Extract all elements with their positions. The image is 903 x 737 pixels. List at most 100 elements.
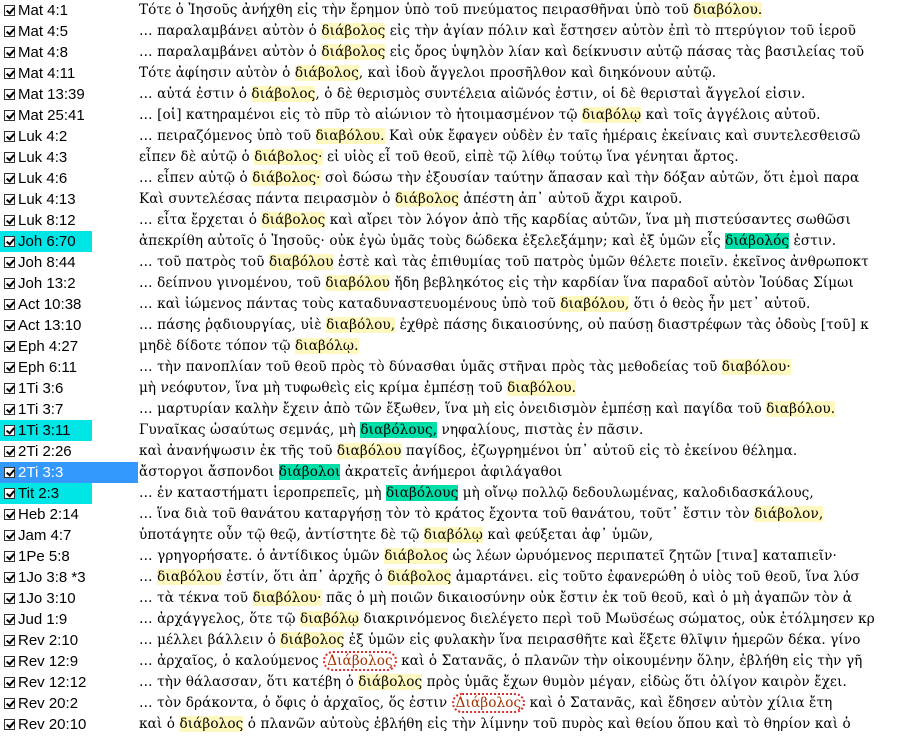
row-checkbox[interactable] [4, 614, 15, 625]
row-checkbox[interactable] [4, 404, 15, 415]
row-checkbox[interactable] [4, 593, 15, 604]
verse-row[interactable]: Act 13:10 … πάσης ῥᾳδιουργίας, υἱὲ διαβόλ… [0, 315, 903, 336]
verse-row[interactable]: Joh 6:70 ἀπεκρίθη αὐτοῖς ὁ Ἰησοῦς· οὐκ ἐγ… [0, 231, 903, 252]
verse-row[interactable]: Eph 6:11 … τὴν πανοπλίαν τοῦ θεοῦ πρὸς τὸ… [0, 357, 903, 378]
verse-row[interactable]: 2Ti 2:26 καὶ ἀνανήψωσιν ἐκ τῆς τοῦ διαβόλ… [0, 441, 903, 462]
verse-row[interactable]: 1Ti 3:7 … μαρτυρίαν καλὴν ἔχειν ἀπὸ τῶν ἔ… [0, 399, 903, 420]
reference-cell[interactable]: Rev 12:12 [0, 672, 138, 693]
reference-cell[interactable]: Mat 4:5 [0, 21, 138, 42]
reference-cell[interactable]: 1Ti 3:7 [0, 399, 138, 420]
row-checkbox[interactable] [4, 89, 15, 100]
reference-cell[interactable]: Jam 4:7 [0, 525, 138, 546]
reference-cell[interactable]: Rev 12:9 [0, 651, 138, 672]
row-checkbox[interactable] [4, 152, 15, 163]
row-checkbox[interactable] [4, 68, 15, 79]
reference-cell[interactable]: Luk 4:2 [0, 126, 138, 147]
row-checkbox[interactable] [4, 698, 15, 709]
reference-cell[interactable]: 1Jo 3:8 *3 [0, 567, 138, 588]
verse-row[interactable]: 1Ti 3:11 Γυναῖκας ὡσαύτως σεμνάς, μὴ διαβ… [0, 420, 903, 441]
verse-row[interactable]: Luk 4:13 Καὶ συντελέσας πάντα πειρασμὸν ὁ… [0, 189, 903, 210]
verse-row[interactable]: Luk 8:12 … εἶτα ἔρχεται ὁ διάβολος καὶ αἴ… [0, 210, 903, 231]
verse-row[interactable]: Jam 4:7 ὑποτάγητε οὖν τῷ θεῷ, ἀντίστητε δ… [0, 525, 903, 546]
row-checkbox[interactable] [4, 194, 15, 205]
row-checkbox[interactable] [4, 236, 15, 247]
reference-cell[interactable]: Jud 1:9 [0, 609, 138, 630]
verse-row[interactable]: Mat 4:1 Τότε ὁ Ἰησοῦς ἀνήχθη εἰς τὴν ἔρημ… [0, 0, 903, 21]
verse-row[interactable]: Joh 8:44 … τοῦ πατρὸς τοῦ διαβόλου ἐστὲ κ… [0, 252, 903, 273]
reference-cell[interactable]: 1Ti 3:11 [0, 420, 92, 441]
row-checkbox[interactable] [4, 530, 15, 541]
row-checkbox[interactable] [4, 299, 15, 310]
row-checkbox[interactable] [4, 383, 15, 394]
reference-cell[interactable]: 2Ti 3:3 [0, 462, 138, 483]
row-checkbox[interactable] [4, 26, 15, 37]
row-checkbox[interactable] [4, 677, 15, 688]
reference-cell[interactable]: Act 10:38 [0, 294, 138, 315]
reference-cell[interactable]: Joh 8:44 [0, 252, 138, 273]
row-checkbox[interactable] [4, 278, 15, 289]
reference-cell[interactable]: Luk 4:13 [0, 189, 138, 210]
row-checkbox[interactable] [4, 5, 15, 16]
reference-cell[interactable]: Eph 4:27 [0, 336, 138, 357]
reference-cell[interactable]: Luk 4:6 [0, 168, 138, 189]
verse-row[interactable]: 1Pe 5:8 … γρηγορήσατε. ὁ ἀντίδικος ὑμῶν δ… [0, 546, 903, 567]
reference-cell[interactable]: 1Ti 3:6 [0, 378, 138, 399]
reference-cell[interactable]: Rev 20:10 [0, 714, 138, 735]
verse-row[interactable]: 1Jo 3:10 … τὰ τέκνα τοῦ διαβόλου· πᾶς ὁ μ… [0, 588, 903, 609]
reference-cell[interactable]: Mat 13:39 [0, 84, 138, 105]
reference-cell[interactable]: 1Pe 5:8 [0, 546, 138, 567]
verse-row[interactable]: Mat 4:11 Τότε ἀφίησιν αὐτὸν ὁ διάβολος, κ… [0, 63, 903, 84]
row-checkbox[interactable] [4, 341, 15, 352]
verse-row[interactable]: Mat 4:8 … παραλαμβάνει αὐτὸν ὁ διάβολος ε… [0, 42, 903, 63]
reference-cell[interactable]: Rev 2:10 [0, 630, 138, 651]
row-checkbox[interactable] [4, 215, 15, 226]
row-checkbox[interactable] [4, 467, 15, 478]
verse-row[interactable]: 1Ti 3:6 μὴ νεόφυτον, ἵνα μὴ τυφωθεὶς εἰς … [0, 378, 903, 399]
row-checkbox[interactable] [4, 320, 15, 331]
verse-row[interactable]: Act 10:38 … καὶ ἰώμενος πάντας τοὺς καταδ… [0, 294, 903, 315]
verse-row[interactable]: Tit 2:3 … ἐν καταστήματι ἱεροπρεπεῖς, μὴ … [0, 483, 903, 504]
verse-row[interactable]: Luk 4:6 … εἶπεν αὐτῷ ὁ διάβολος· σοὶ δώσω… [0, 168, 903, 189]
reference-cell[interactable]: Rev 20:2 [0, 693, 138, 714]
verse-row[interactable]: 2Ti 3:3 ἄστοργοι ἄσπονδοι διάβολοι ἀκρατε… [0, 462, 903, 483]
verse-row[interactable]: Luk 4:2 … πειραζόμενος ὑπὸ τοῦ διαβόλου. … [0, 126, 903, 147]
reference-cell[interactable]: Heb 2:14 [0, 504, 138, 525]
row-checkbox[interactable] [4, 257, 15, 268]
verse-row[interactable]: Mat 13:39 … αὐτά ἐστιν ὁ διάβολος, ὁ δὲ θ… [0, 84, 903, 105]
reference-cell[interactable]: Act 13:10 [0, 315, 138, 336]
reference-cell[interactable]: Mat 25:41 [0, 105, 138, 126]
verse-row[interactable]: Jud 1:9 … ἀρχάγγελος, ὅτε τῷ διαβόλῳ διακ… [0, 609, 903, 630]
verse-row[interactable]: Joh 13:2 … δείπνου γινομένου, τοῦ διαβόλο… [0, 273, 903, 294]
row-checkbox[interactable] [4, 656, 15, 667]
verse-row[interactable]: Rev 20:10 καὶ ὁ διάβολος ὁ πλανῶν αὐτοὺς … [0, 714, 903, 735]
verse-row[interactable]: Mat 25:41 … [οἱ] κατηραμένοι εἰς τὸ πῦρ τ… [0, 105, 903, 126]
row-checkbox[interactable] [4, 47, 15, 58]
row-checkbox[interactable] [4, 425, 15, 436]
verse-row[interactable]: Heb 2:14 … ἵνα διὰ τοῦ θανάτου καταργήσῃ … [0, 504, 903, 525]
reference-cell[interactable]: Tit 2:3 [0, 483, 92, 504]
reference-cell[interactable]: Luk 8:12 [0, 210, 138, 231]
reference-cell[interactable]: Mat 4:11 [0, 63, 138, 84]
row-checkbox[interactable] [4, 131, 15, 142]
verse-row[interactable]: Rev 20:2 … τὸν δράκοντα, ὁ ὄφις ὁ ἀρχαῖος… [0, 693, 903, 714]
verse-row[interactable]: Mat 4:5 … παραλαμβάνει αὐτὸν ὁ διάβολος ε… [0, 21, 903, 42]
verse-row[interactable]: Rev 12:9 … ἀρχαῖος, ὁ καλούμενος Διάβολος… [0, 651, 903, 672]
row-checkbox[interactable] [4, 110, 15, 121]
reference-cell[interactable]: Luk 4:3 [0, 147, 138, 168]
verse-row[interactable]: 1Jo 3:8 *3 … διαβόλου ἐστίν, ὅτι ἀπ᾽ ἀρχῆ… [0, 567, 903, 588]
row-checkbox[interactable] [4, 446, 15, 457]
verse-row[interactable]: Rev 2:10 … μέλλει βάλλειν ὁ διάβολος ἐξ ὑ… [0, 630, 903, 651]
row-checkbox[interactable] [4, 551, 15, 562]
row-checkbox[interactable] [4, 635, 15, 646]
row-checkbox[interactable] [4, 173, 15, 184]
reference-cell[interactable]: Eph 6:11 [0, 357, 138, 378]
row-checkbox[interactable] [4, 509, 15, 520]
reference-cell[interactable]: Mat 4:8 [0, 42, 138, 63]
row-checkbox[interactable] [4, 362, 15, 373]
reference-cell[interactable]: Mat 4:1 [0, 0, 138, 21]
reference-cell[interactable]: 2Ti 2:26 [0, 441, 138, 462]
verse-row[interactable]: Luk 4:3 εἶπεν δὲ αὐτῷ ὁ διάβολος· εἰ υἱὸς… [0, 147, 903, 168]
row-checkbox[interactable] [4, 572, 15, 583]
reference-cell[interactable]: Joh 13:2 [0, 273, 138, 294]
row-checkbox[interactable] [4, 488, 15, 499]
